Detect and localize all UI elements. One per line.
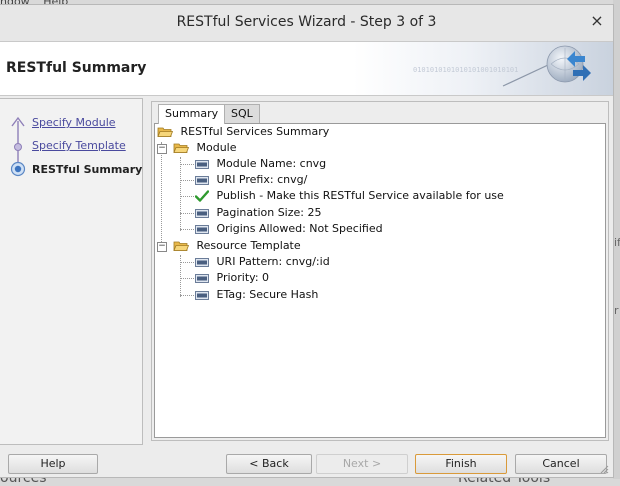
- tree-guide-line: [180, 180, 194, 181]
- folder-open-icon: [173, 143, 189, 153]
- wizard-steps-panel: Specify Module Specify Template RESTful …: [0, 98, 143, 445]
- banner-title: RESTful Summary: [6, 60, 147, 76]
- tab-summary[interactable]: Summary: [158, 104, 226, 124]
- summary-tree: RESTful Services Summary − Module Module…: [155, 124, 605, 437]
- back-button[interactable]: < Back: [226, 454, 312, 474]
- property-icon: [195, 290, 209, 300]
- tree-leaf-module-name[interactable]: Module Name: cnvg: [195, 156, 326, 172]
- tree-guide-line: [180, 229, 194, 230]
- close-icon[interactable]: ×: [589, 13, 605, 29]
- wizard-banner: RESTful Summary 010101010101010100101010…: [0, 42, 613, 96]
- tree-leaf-priority[interactable]: Priority: 0: [195, 270, 269, 286]
- wizard-dialog: RESTful Services Wizard - Step 3 of 3 × …: [0, 4, 614, 478]
- property-icon: [195, 257, 209, 267]
- tree-template-node[interactable]: Resource Template: [173, 238, 301, 254]
- tree-leaf-label: Origins Allowed: Not Specified: [216, 222, 383, 235]
- next-button[interactable]: Next >: [316, 454, 408, 474]
- summary-tree-view[interactable]: RESTful Services Summary − Module Module…: [154, 123, 606, 438]
- tree-leaf-label: Module Name: cnvg: [216, 157, 327, 170]
- property-icon: [195, 208, 209, 218]
- tree-guide-line: [180, 164, 194, 165]
- tree-module-label: Module: [196, 141, 237, 154]
- tree-leaf-label: ETag: Secure Hash: [216, 288, 319, 301]
- banner-network-graphic-icon: 0101010101010101001010101: [353, 42, 613, 95]
- step-specify-module-link[interactable]: Specify Module: [32, 116, 116, 129]
- tree-guide-line: [180, 295, 194, 296]
- tree-module-node[interactable]: Module: [173, 140, 237, 156]
- summary-content-panel: Summary SQL RESTful Services Summary − M…: [151, 101, 609, 441]
- resize-grip-icon[interactable]: [599, 464, 609, 474]
- step-done-icon: [14, 143, 22, 151]
- tree-root-label: RESTful Services Summary: [180, 125, 330, 138]
- step-restful-summary-current: RESTful Summary: [32, 163, 143, 176]
- tree-guide-line: [180, 196, 194, 197]
- dialog-titlebar[interactable]: RESTful Services Wizard - Step 3 of 3 ×: [0, 5, 613, 42]
- tree-leaf-label: URI Pattern: cnvg/:id: [216, 255, 330, 268]
- property-icon: [195, 159, 209, 169]
- tree-leaf-label: Priority: 0: [216, 271, 270, 284]
- tree-leaf-uri-prefix[interactable]: URI Prefix: cnvg/: [195, 172, 307, 188]
- property-icon: [195, 273, 209, 283]
- tree-leaf-pagination-size[interactable]: Pagination Size: 25: [195, 205, 321, 221]
- property-icon: [195, 224, 209, 234]
- banner-binary-text: 0101010101010101001010101: [413, 66, 518, 74]
- tree-template-label: Resource Template: [196, 239, 301, 252]
- background-right-rail: if r: [613, 0, 620, 479]
- step-specify-template-link[interactable]: Specify Template: [32, 139, 126, 152]
- tree-guide-line: [180, 262, 194, 263]
- step-done-icon: [11, 116, 25, 127]
- dialog-title: RESTful Services Wizard - Step 3 of 3: [176, 14, 437, 30]
- background-right-text: if: [614, 236, 620, 249]
- tree-guide-line: [180, 278, 194, 279]
- tab-sql[interactable]: SQL: [224, 104, 260, 123]
- tree-leaf-publish[interactable]: Publish - Make this RESTful Service avai…: [195, 188, 504, 204]
- tree-leaf-label: Publish - Make this RESTful Service avai…: [216, 189, 504, 202]
- background-right-text: r: [614, 304, 619, 317]
- folder-open-icon: [173, 241, 189, 251]
- tree-guide-line: [180, 213, 194, 214]
- tree-guide-line: [161, 142, 162, 248]
- collapse-module-toggle[interactable]: −: [157, 144, 167, 154]
- tree-leaf-label: URI Prefix: cnvg/: [216, 173, 308, 186]
- tree-leaf-origins-allowed[interactable]: Origins Allowed: Not Specified: [195, 221, 383, 237]
- tree-guide-line: [180, 157, 181, 231]
- help-button[interactable]: Help: [8, 454, 98, 474]
- checkmark-icon: [195, 190, 209, 202]
- finish-button[interactable]: Finish: [415, 454, 507, 474]
- tree-leaf-etag[interactable]: ETag: Secure Hash: [195, 287, 318, 303]
- step-current-icon: [10, 161, 26, 177]
- tree-leaf-label: Pagination Size: 25: [216, 206, 322, 219]
- collapse-template-toggle[interactable]: −: [157, 242, 167, 252]
- tree-leaf-uri-pattern[interactable]: URI Pattern: cnvg/:id: [195, 254, 330, 270]
- folder-open-icon: [157, 127, 173, 137]
- cancel-button[interactable]: Cancel: [515, 454, 607, 474]
- property-icon: [195, 175, 209, 185]
- tree-root-node[interactable]: RESTful Services Summary: [157, 124, 329, 140]
